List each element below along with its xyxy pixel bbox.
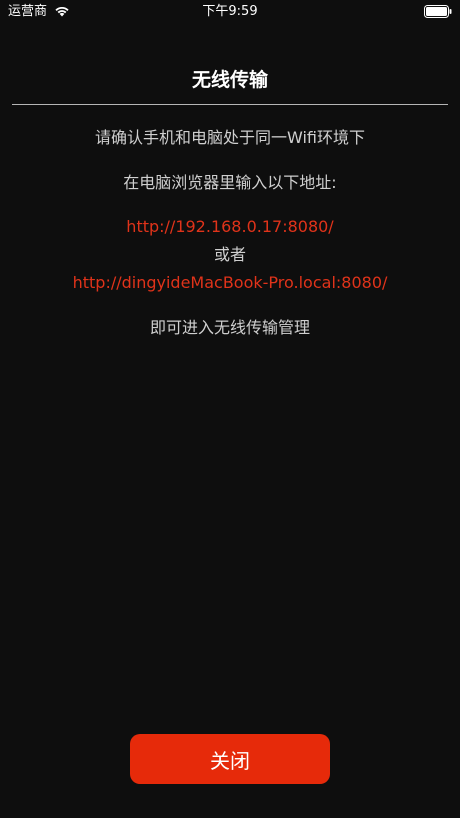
header-divider [12, 104, 448, 105]
page-title: 无线传输 [191, 69, 268, 91]
status-bar: 运营商 下午9:59 [0, 0, 460, 26]
close-button[interactable]: 关闭 [130, 734, 330, 784]
status-time: 下午9:59 [202, 4, 258, 19]
or-text: 或者 [213, 245, 246, 264]
hostname-address-link[interactable]: http://dingyideMacBook-Pro.local:8080/ [73, 273, 388, 292]
same-wifi-instruction: 请确认手机和电脑处于同一Wifi环境下 [95, 128, 365, 147]
ip-address-link[interactable]: http://192.168.0.17:8080/ [126, 217, 333, 236]
manage-instruction: 即可进入无线传输管理 [149, 318, 310, 337]
battery-icon [424, 5, 452, 18]
enter-address-instruction: 在电脑浏览器里输入以下地址: [123, 173, 337, 192]
